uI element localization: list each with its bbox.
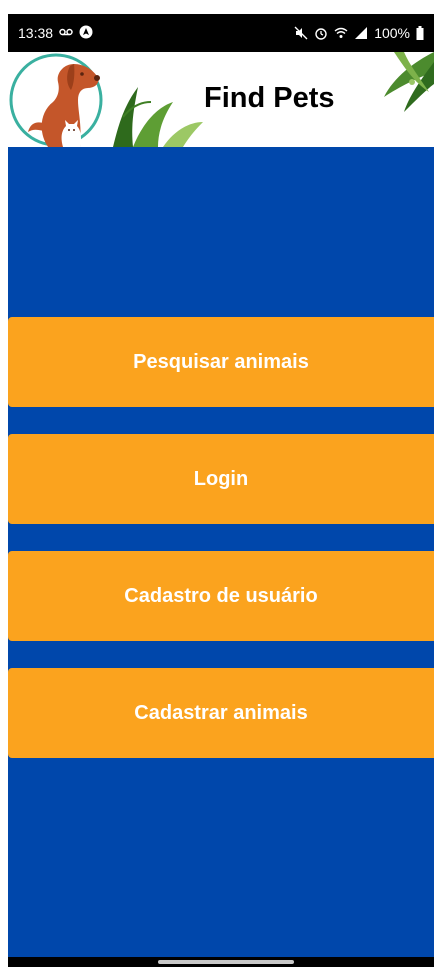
main-content: Pesquisar animais Login Cadastro de usuá… bbox=[8, 147, 434, 957]
navigation-bar bbox=[8, 957, 434, 967]
alarm-icon bbox=[314, 26, 328, 40]
search-animals-button[interactable]: Pesquisar animais bbox=[8, 317, 434, 407]
navigation-icon bbox=[79, 25, 93, 42]
home-gesture-handle[interactable] bbox=[158, 960, 294, 964]
user-registration-button[interactable]: Cadastro de usuário bbox=[8, 551, 434, 641]
leaves-decoration-right bbox=[384, 52, 434, 112]
app-title: Find Pets bbox=[204, 82, 335, 114]
mute-icon bbox=[294, 26, 308, 40]
status-right: 100% bbox=[294, 25, 424, 41]
leaves-decoration-left bbox=[113, 87, 203, 147]
signal-icon bbox=[354, 26, 368, 40]
battery-icon bbox=[416, 26, 424, 40]
status-time: 13:38 bbox=[18, 25, 54, 41]
register-animals-button[interactable]: Cadastrar animais bbox=[8, 668, 434, 758]
top-strip bbox=[0, 0, 434, 14]
login-button[interactable]: Login bbox=[8, 434, 434, 524]
battery-percentage: 100% bbox=[374, 25, 410, 41]
app-header: Find Pets bbox=[8, 52, 434, 147]
status-bar: 13:38 100% bbox=[8, 14, 434, 52]
dog-cat-logo bbox=[9, 53, 103, 147]
voicemail-icon bbox=[59, 25, 73, 42]
status-left: 13:38 bbox=[18, 25, 93, 42]
wifi-icon bbox=[334, 26, 348, 40]
